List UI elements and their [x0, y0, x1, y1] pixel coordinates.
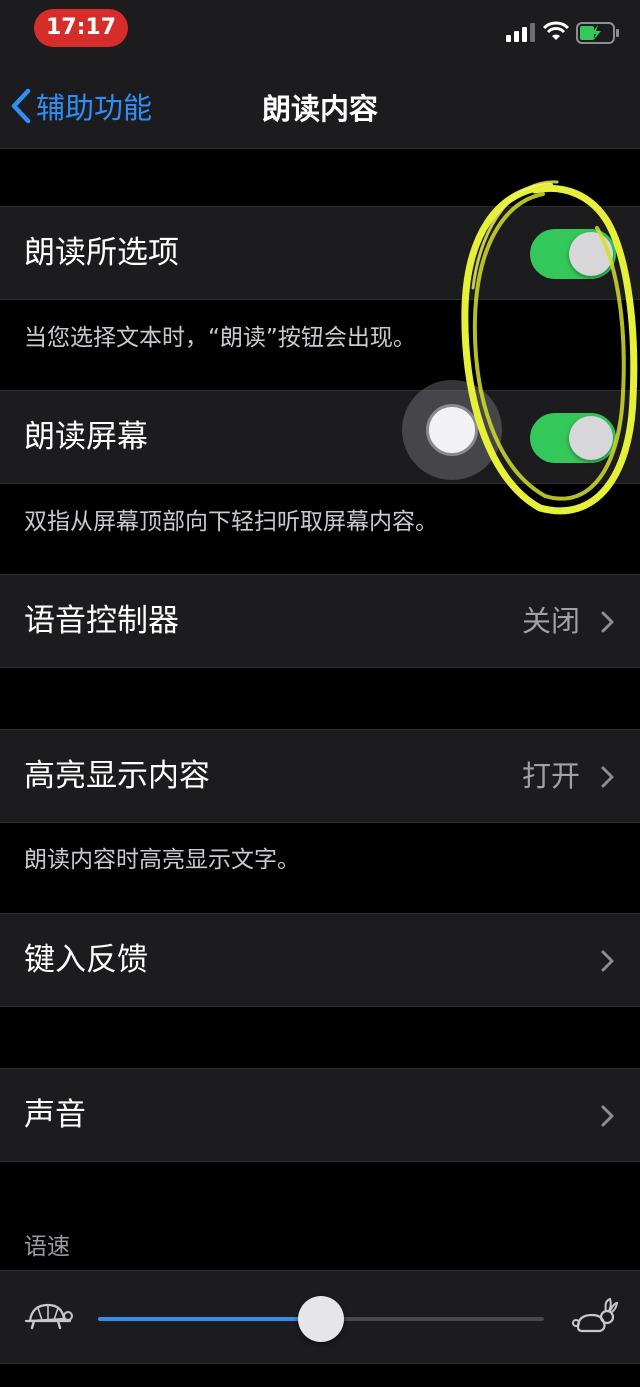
wifi-icon [542, 21, 570, 40]
typing-feedback-label: 键入反馈 [24, 942, 148, 978]
speaking-rate-slider[interactable] [98, 1296, 544, 1342]
highlight-content-value: 打开 [521, 759, 580, 793]
speak-screen-label: 朗读屏幕 [24, 419, 148, 455]
turtle-icon [24, 1303, 73, 1330]
speaking-rate-header: 语速 [24, 1234, 70, 1260]
touch-indicator-dot [426, 404, 478, 456]
typing-feedback-row[interactable]: 键入反馈 [0, 913, 640, 1007]
slider-thumb[interactable] [298, 1296, 344, 1342]
toggle-knob [569, 232, 613, 276]
speaking-rate-row [0, 1270, 640, 1364]
signal-bars-icon [506, 23, 535, 42]
page-title: 朗读内容 [261, 92, 378, 126]
navigation-bar: 辅助功能 朗读内容 [0, 56, 640, 149]
highlight-content-label: 高亮显示内容 [24, 758, 210, 794]
speech-controller-value: 关闭 [521, 604, 580, 638]
chevron-right-icon [601, 1105, 614, 1127]
highlight-content-row[interactable]: 高亮显示内容 打开 [0, 729, 640, 823]
rabbit-icon [572, 1297, 618, 1333]
speak-screen-footer: 双指从屏幕顶部向下轻扫听取屏幕内容。 [24, 509, 438, 535]
chevron-right-icon [601, 611, 614, 633]
status-bar: 17:17 [0, 0, 640, 56]
slider-fill [98, 1317, 321, 1321]
speak-selection-footer: 当您选择文本时，“朗读”按钮会出现。 [24, 325, 416, 351]
assistive-touch-button[interactable] [402, 380, 502, 480]
speak-screen-row: 朗读屏幕 [0, 390, 640, 484]
voices-label: 声音 [24, 1097, 86, 1133]
speak-selection-label: 朗读所选项 [24, 235, 179, 271]
status-time: 17:17 [34, 9, 128, 47]
toggle-knob [569, 416, 613, 460]
speech-controller-label: 语音控制器 [24, 603, 179, 639]
speak-selection-toggle[interactable] [530, 229, 616, 279]
speech-controller-row[interactable]: 语音控制器 关闭 [0, 574, 640, 668]
speak-screen-toggle[interactable] [530, 413, 616, 463]
voices-row[interactable]: 声音 [0, 1068, 640, 1162]
speak-selection-row: 朗读所选项 [0, 206, 640, 300]
chevron-right-icon [601, 766, 614, 788]
chevron-right-icon [601, 950, 614, 972]
highlight-content-footer: 朗读内容时高亮显示文字。 [24, 847, 300, 873]
battery-charging-icon [576, 22, 619, 44]
